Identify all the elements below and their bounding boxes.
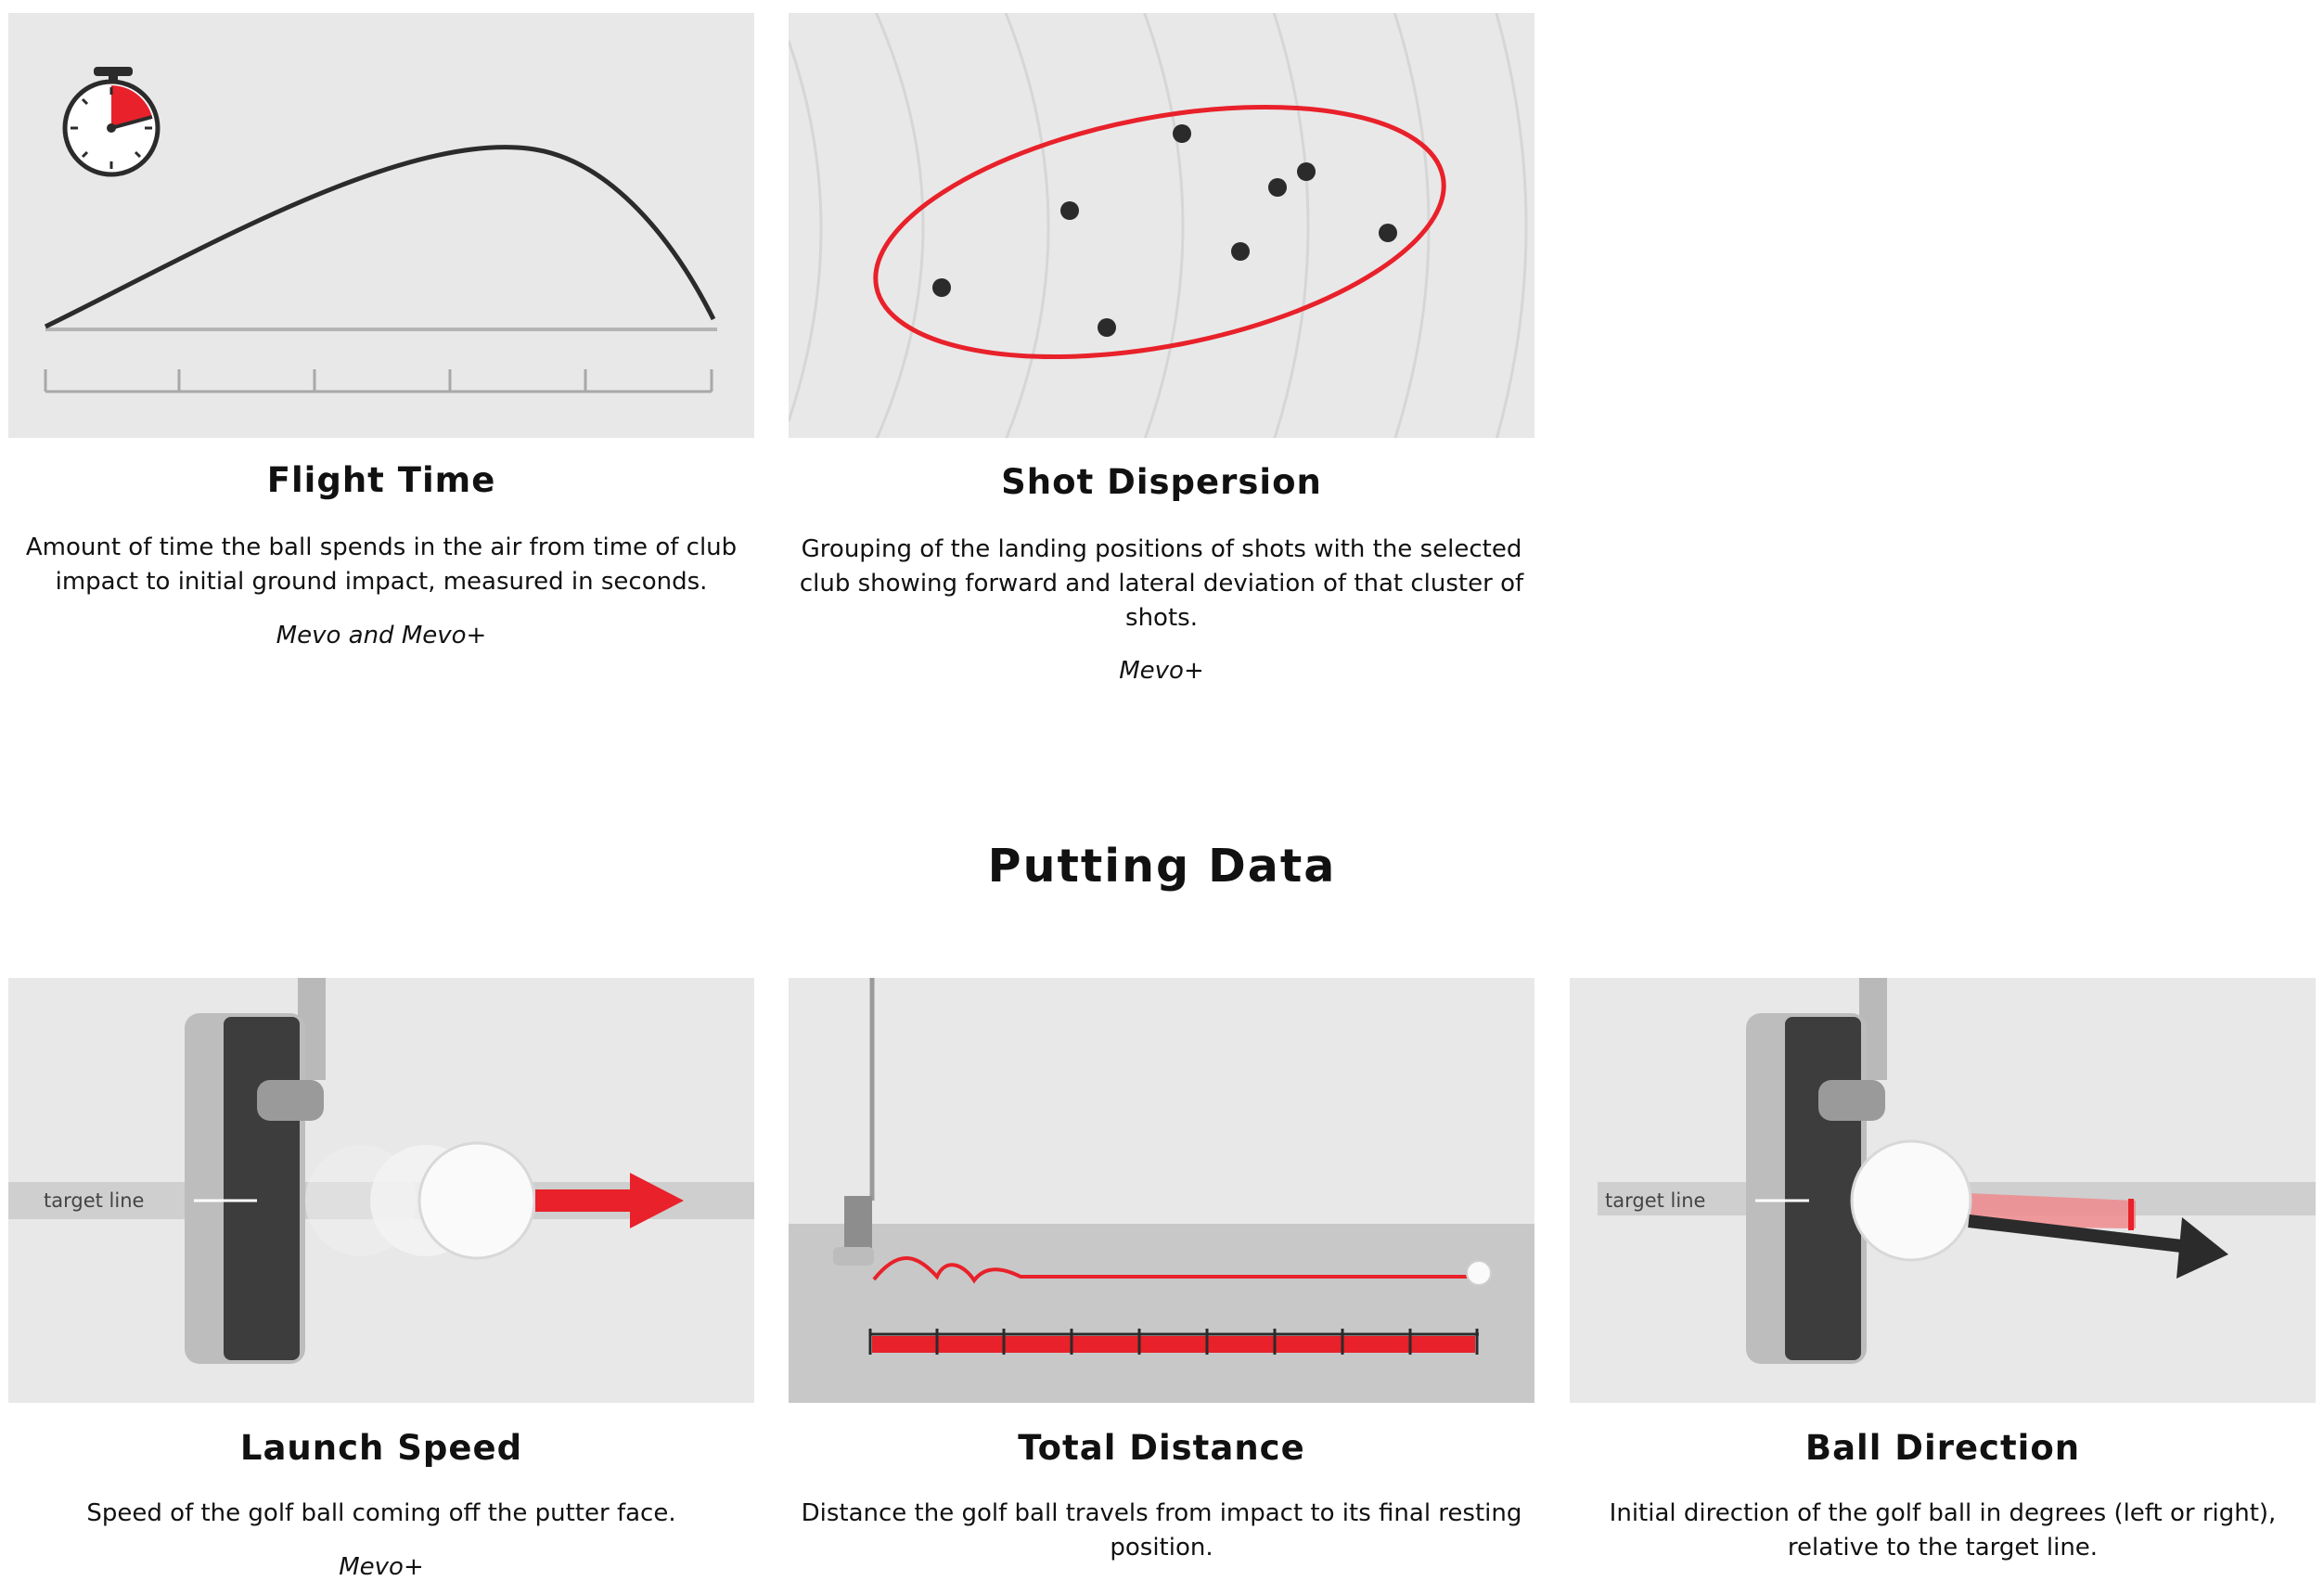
flight-time-availability: Mevo and Mevo+: [276, 622, 487, 649]
shot-dispersion-card: Shot Dispersion Grouping of the landing …: [789, 13, 1534, 685]
total-distance-card: Total Distance Distance the golf ball tr…: [789, 978, 1534, 1562]
launch-speed-illustration: target line: [8, 978, 754, 1403]
ball-direction-title: Ball Direction: [1804, 1428, 2081, 1468]
stopwatch-icon: [62, 67, 160, 177]
shot-dispersion-illustration: [789, 13, 1534, 438]
shot-dispersion-description: Grouping of the landing positions of sho…: [799, 535, 1524, 632]
ball-direction-card: target line Ball Direction Initial direc…: [1570, 978, 2316, 1562]
target-line-label: target line: [44, 1189, 144, 1212]
launch-speed-availability: Mevo+: [339, 1553, 424, 1581]
flight-time-card: Flight Time Amount of time the ball spen…: [8, 13, 754, 649]
ball-direction-description: Initial direction of the golf ball in de…: [1609, 1499, 2277, 1562]
flight-time-description: Amount of time the ball spends in the ai…: [25, 533, 738, 596]
launch-speed-title: Launch Speed: [239, 1428, 523, 1468]
total-distance-illustration: [789, 978, 1534, 1403]
flight-time-title: Flight Time: [266, 460, 496, 500]
total-distance-title: Total Distance: [1018, 1428, 1305, 1468]
flight-time-illustration: [8, 13, 754, 438]
target-line-label-2: target line: [1605, 1189, 1705, 1212]
shot-dispersion-availability: Mevo+: [1119, 657, 1204, 685]
putting-data-heading: Putting Data: [987, 840, 1337, 893]
launch-speed-card: target line Launch Speed Speed of the go…: [8, 978, 754, 1581]
shot-dispersion-title: Shot Dispersion: [1001, 462, 1322, 502]
ball-direction-illustration: target line: [1570, 978, 2316, 1403]
launch-speed-description: Speed of the golf ball coming off the pu…: [86, 1499, 676, 1527]
total-distance-description: Distance the golf ball travels from impa…: [801, 1499, 1522, 1562]
